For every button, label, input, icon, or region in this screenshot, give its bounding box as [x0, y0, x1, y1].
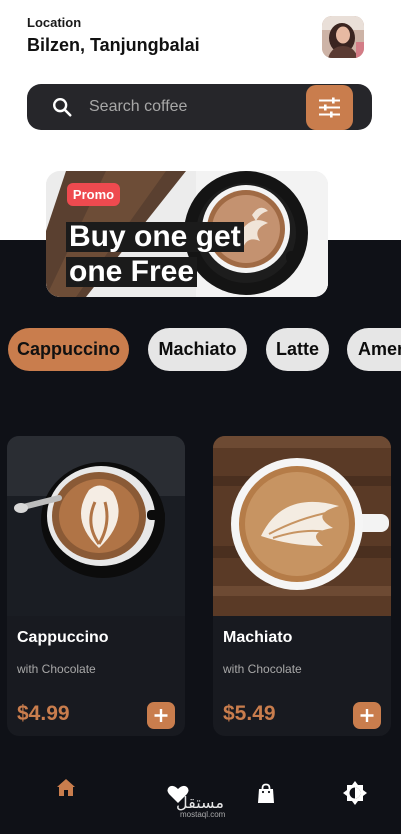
search-input[interactable]	[89, 84, 299, 130]
product-card-machiato[interactable]: Machiato with Chocolate $5.49	[213, 436, 391, 736]
product-card-cappuccino[interactable]: Cappuccino with Chocolate $4.99	[7, 436, 185, 736]
avatar-image	[322, 16, 364, 58]
nav-bag[interactable]	[253, 781, 279, 807]
product-price: $5.49	[223, 702, 276, 725]
plus-icon	[154, 709, 168, 722]
product-subtitle: with Chocolate	[17, 662, 96, 676]
product-name: Cappuccino	[17, 629, 109, 646]
shopping-bag-icon	[258, 783, 274, 803]
location-value[interactable]: Bilzen, Tanjungbalai	[27, 35, 200, 56]
category-chip-latte[interactable]: Latte	[266, 328, 329, 371]
watermark-url: mostaql.com	[180, 810, 226, 819]
plus-icon	[360, 709, 374, 722]
promo-title-line2: one Free	[66, 257, 198, 287]
add-to-cart-button[interactable]	[353, 702, 381, 729]
category-chip-cappuccino[interactable]: Cappuccino	[8, 328, 129, 371]
promo-title-line1: Buy one get	[66, 222, 244, 252]
nav-home[interactable]	[53, 775, 79, 801]
nav-theme-toggle[interactable]	[342, 780, 368, 806]
home-icon	[57, 779, 75, 796]
product-image-machiato	[213, 436, 391, 616]
search-icon	[53, 98, 72, 117]
avatar[interactable]	[322, 16, 364, 58]
bottom-navigation	[0, 750, 401, 834]
product-name: Machiato	[223, 629, 293, 646]
filter-button[interactable]	[306, 85, 353, 130]
category-chip-machiato[interactable]: Machiato	[148, 328, 247, 371]
home-screen: Location Bilzen, Tanjungbalai Search cof…	[0, 0, 401, 834]
product-image-cappuccino	[7, 436, 185, 616]
product-price: $4.99	[17, 702, 70, 725]
brightness-icon	[343, 781, 367, 805]
product-subtitle: with Chocolate	[223, 662, 302, 676]
promo-badge: Promo	[67, 183, 120, 206]
add-to-cart-button[interactable]	[147, 702, 175, 729]
location-label: Location	[27, 15, 82, 30]
category-chip-americano[interactable]: Americano	[347, 328, 401, 371]
sliders-icon	[319, 97, 340, 118]
